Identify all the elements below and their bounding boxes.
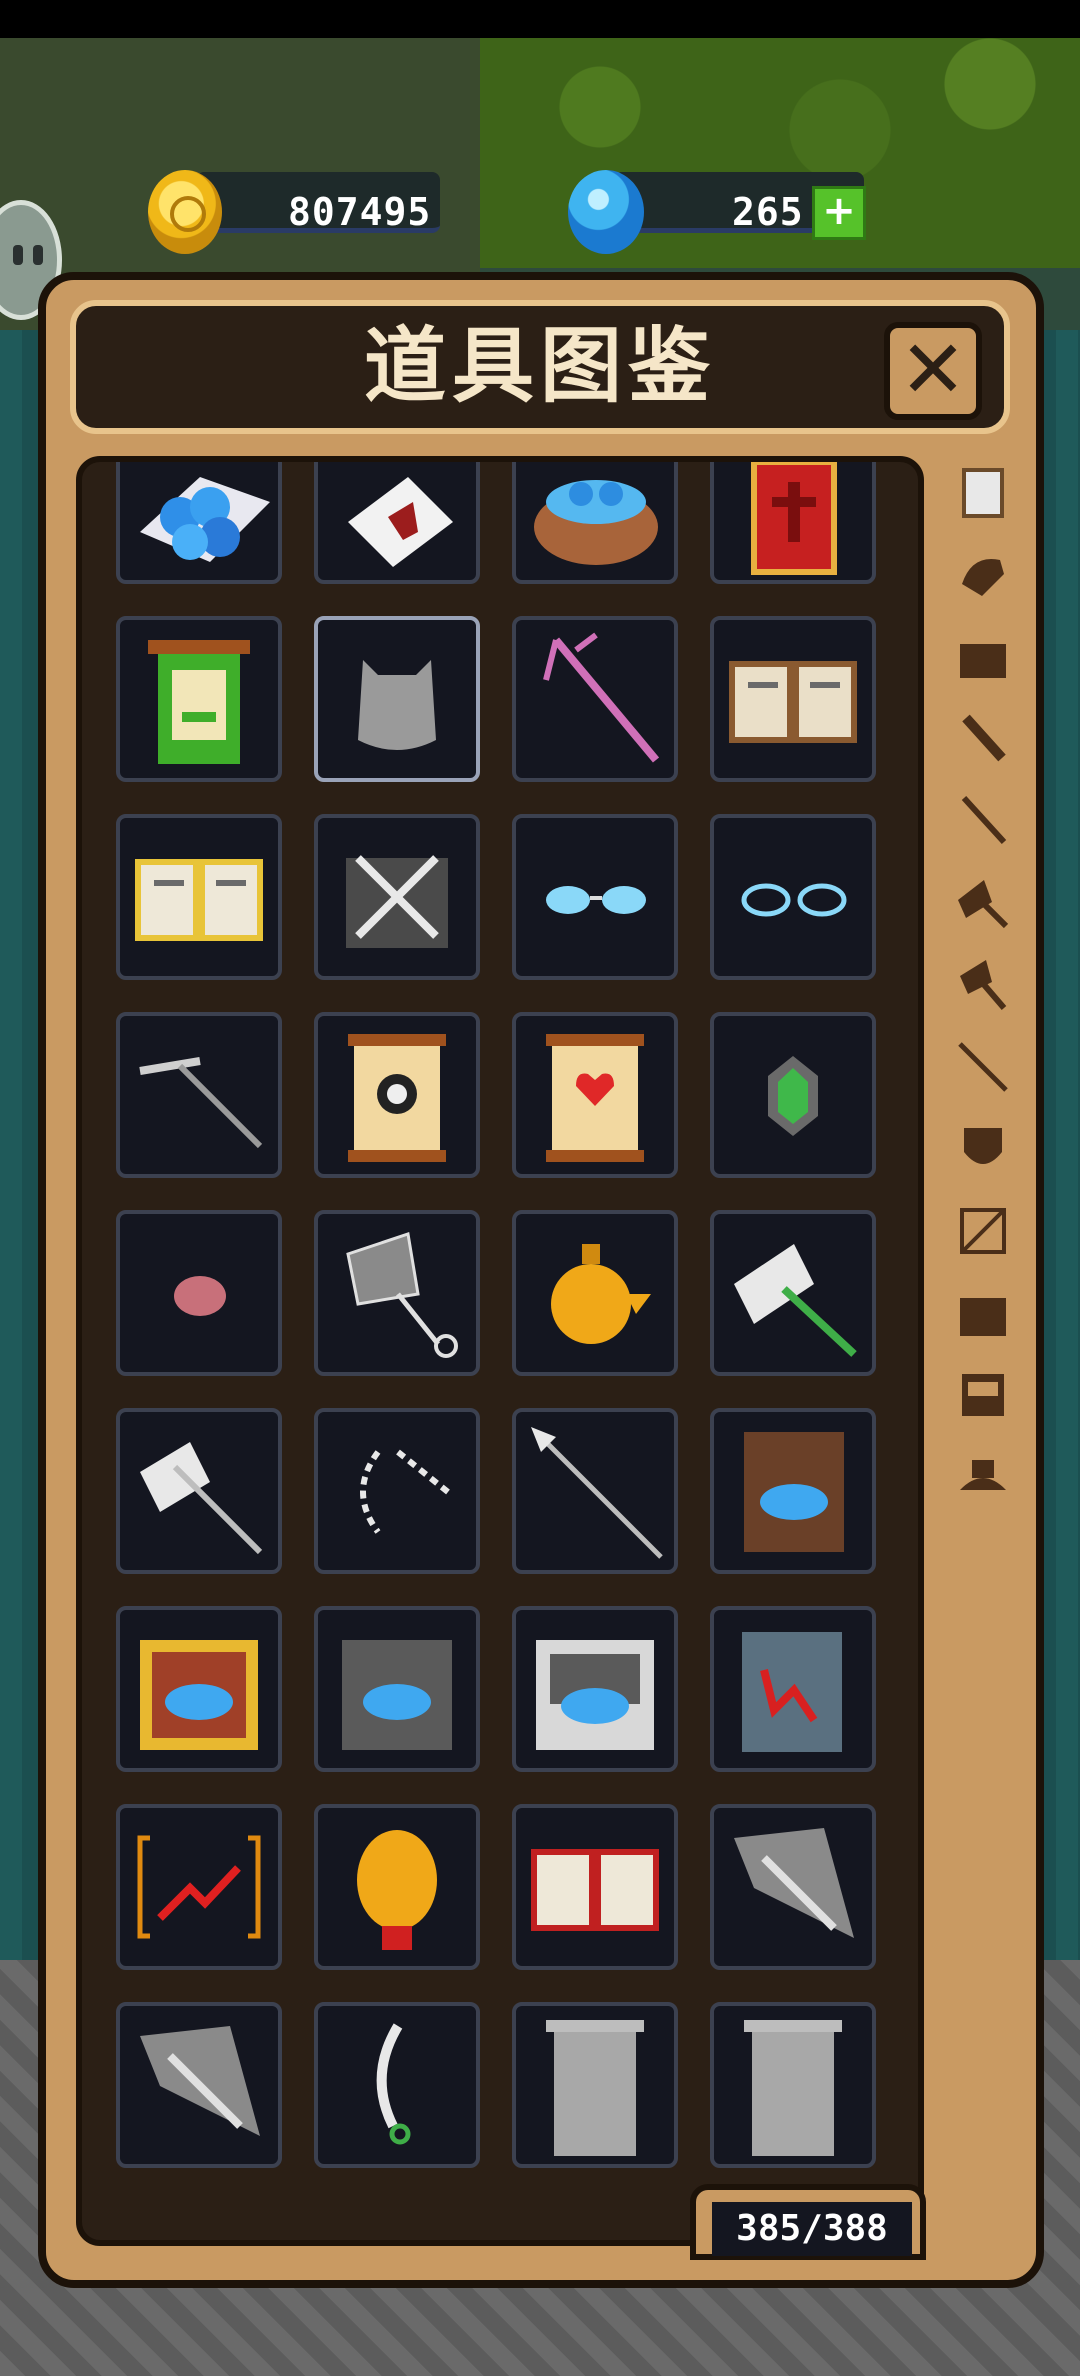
- item-cell[interactable]: [512, 814, 678, 980]
- item-grid[interactable]: [76, 456, 924, 2246]
- item-cell[interactable]: [314, 1012, 480, 1178]
- spear-icon[interactable]: [952, 1036, 1014, 1098]
- item-cell[interactable]: [710, 462, 876, 584]
- red-book-icon: [531, 1849, 659, 1931]
- blue-gem-icon: [568, 170, 644, 254]
- all-items-icon[interactable]: [952, 462, 1014, 524]
- item-cell[interactable]: [512, 1804, 678, 1970]
- item-cell[interactable]: [710, 1804, 876, 1970]
- item-cell[interactable]: [512, 1012, 678, 1178]
- item-cell[interactable]: [710, 1408, 876, 1574]
- item-cell[interactable]: [116, 616, 282, 782]
- golden-chest-icon: [140, 1640, 258, 1750]
- red-scroll-icon: [751, 462, 837, 575]
- gold-medal-icon: [357, 1830, 437, 1950]
- item-cell[interactable]: [116, 2002, 282, 2168]
- brown-book-icon: [729, 661, 857, 743]
- gold-coin-icon: [148, 170, 222, 254]
- item-cell[interactable]: [710, 616, 876, 782]
- item-cell[interactable]: [116, 1210, 282, 1376]
- item-cell[interactable]: [116, 814, 282, 980]
- status-bar: [0, 0, 1080, 38]
- iron-chest-icon: [342, 1640, 452, 1750]
- silver-chest-icon: [536, 1640, 654, 1750]
- item-cell[interactable]: [314, 814, 480, 980]
- item-cell[interactable]: [512, 1408, 678, 1574]
- meat-icon: [174, 1276, 226, 1316]
- heart-scroll-icon: [546, 1034, 644, 1162]
- item-cell[interactable]: [314, 1804, 480, 1970]
- box-icon[interactable]: [952, 1364, 1014, 1426]
- item-cell[interactable]: [710, 1012, 876, 1178]
- grey-blade-icon: [734, 1828, 854, 1938]
- collection-counter: 385/388: [712, 2202, 912, 2256]
- item-cell[interactable]: [512, 1210, 678, 1376]
- chain-icon: [360, 1449, 450, 1534]
- blank-scroll-icon: [546, 2020, 644, 2156]
- dagger-icon[interactable]: [952, 790, 1014, 852]
- item-cell[interactable]: [314, 1606, 480, 1772]
- axe-icon[interactable]: [952, 954, 1014, 1016]
- outline-glasses-icon: [741, 883, 847, 917]
- gold-pot-icon: [551, 1244, 651, 1344]
- shield-icon[interactable]: [952, 1118, 1014, 1180]
- item-cell[interactable]: [710, 1606, 876, 1772]
- yellow-book-icon: [135, 859, 263, 941]
- net-icon: [346, 1232, 458, 1358]
- chest-icon[interactable]: [952, 626, 1014, 688]
- item-cell[interactable]: [710, 814, 876, 980]
- item-cell[interactable]: [314, 462, 480, 584]
- add-gems-button[interactable]: +: [812, 186, 866, 240]
- panel-title: 道具图鉴: [363, 319, 716, 414]
- scimitar-icon: [376, 2023, 411, 2145]
- item-cell[interactable]: [314, 1408, 480, 1574]
- wooden-chest-icon: [744, 1432, 844, 1552]
- jade-hammer-icon: [734, 1244, 857, 1357]
- item-cell[interactable]: [710, 2002, 876, 2168]
- crossed-swords-chest-icon: [346, 855, 448, 948]
- gem-basket-icon: [534, 480, 658, 565]
- item-cell[interactable]: [512, 616, 678, 782]
- grey-cloak-icon: [358, 660, 436, 750]
- coin-count: 807495: [288, 190, 432, 234]
- gem-count: 265: [732, 190, 804, 234]
- item-cell[interactable]: [314, 1210, 480, 1376]
- blue-gems-bag-icon: [140, 477, 270, 562]
- bow-icon[interactable]: [952, 1200, 1014, 1262]
- glove-icon[interactable]: [952, 544, 1014, 606]
- item-cell[interactable]: [116, 1012, 282, 1178]
- eye-scroll-icon: [348, 1034, 446, 1162]
- item-cell[interactable]: [512, 462, 678, 584]
- item-cell[interactable]: [512, 2002, 678, 2168]
- item-cell[interactable]: [116, 1606, 282, 1772]
- item-cell[interactable]: [710, 1210, 876, 1376]
- silver-spear-icon: [531, 1427, 663, 1559]
- boost-arrow-icon: [137, 1835, 261, 1939]
- sword-icon[interactable]: [952, 708, 1014, 770]
- blank-scroll-2-icon: [744, 2020, 842, 2156]
- close-button[interactable]: ✕: [884, 322, 982, 420]
- item-cell[interactable]: [314, 616, 480, 782]
- rake-icon: [139, 1057, 263, 1149]
- item-cell[interactable]: [314, 2002, 480, 2168]
- item-cell[interactable]: [116, 1408, 282, 1574]
- hat-icon[interactable]: [952, 1446, 1014, 1508]
- shovel-icon[interactable]: [952, 872, 1014, 934]
- coral-staff-icon: [543, 632, 660, 763]
- item-cell[interactable]: [116, 462, 282, 584]
- green-crystal-icon: [768, 1056, 818, 1136]
- green-scroll-icon: [148, 640, 250, 764]
- item-cell[interactable]: [116, 1804, 282, 1970]
- grey-blade-2-icon: [140, 2026, 260, 2136]
- item-cell[interactable]: [512, 1606, 678, 1772]
- blue-glasses-icon: [546, 886, 646, 914]
- battle-axe-icon: [140, 1442, 263, 1555]
- red-rune-tablet-icon: [742, 1632, 842, 1752]
- envelope-icon: [348, 477, 453, 567]
- crate-icon[interactable]: [952, 1282, 1014, 1344]
